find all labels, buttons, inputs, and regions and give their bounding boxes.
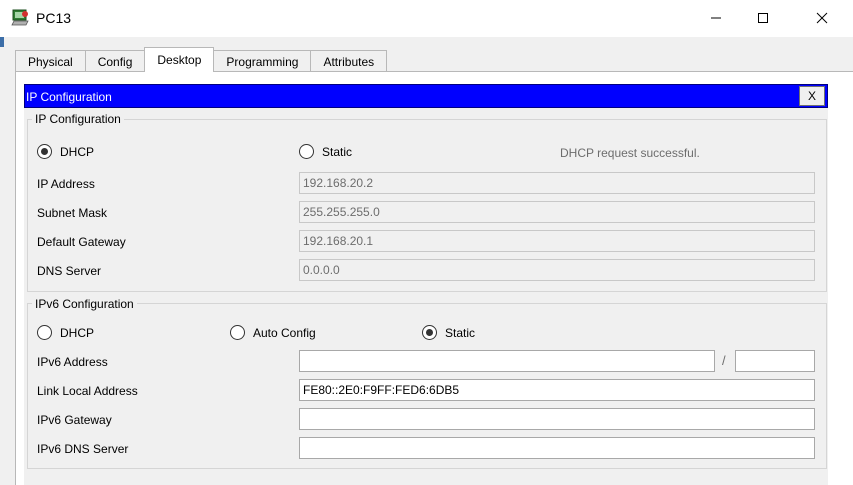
- tab-bar: Physical Config Desktop Programming Attr…: [15, 47, 388, 72]
- default-gateway-field[interactable]: [299, 230, 815, 252]
- dns-server-label: DNS Server: [37, 264, 102, 278]
- ipv4-dhcp-label: DHCP: [60, 144, 95, 159]
- ipv4-dhcp-radio[interactable]: DHCP: [37, 144, 94, 159]
- ipv6-dhcp-label: DHCP: [60, 325, 95, 340]
- radio-checked-icon: [422, 325, 437, 340]
- radio-unchecked-icon: [230, 325, 245, 340]
- subnet-mask-label: Subnet Mask: [37, 206, 108, 220]
- link-local-address-field[interactable]: [299, 379, 815, 401]
- title-bar: PC13: [0, 0, 853, 37]
- window-title: PC13: [36, 10, 72, 26]
- minimize-button[interactable]: [693, 0, 739, 36]
- ipv6-address-field[interactable]: [299, 350, 715, 372]
- ipv6-gateway-field[interactable]: [299, 408, 815, 430]
- subnet-mask-field[interactable]: [299, 201, 815, 223]
- ipv6-auto-config-radio[interactable]: Auto Config: [230, 325, 316, 340]
- ipv6-static-label: Static: [445, 325, 476, 340]
- ipv6-address-label: IPv6 Address: [37, 355, 108, 369]
- tab-programming[interactable]: Programming: [213, 50, 312, 72]
- ipv4-group-title: IP Configuration: [32, 112, 124, 126]
- ipv6-group-title: IPv6 Configuration: [32, 297, 137, 311]
- ip-config-header: IP Configuration X: [24, 84, 828, 108]
- radio-unchecked-icon: [299, 144, 314, 159]
- ipv6-dns-server-field[interactable]: [299, 437, 815, 459]
- ipv6-prefix-field[interactable]: [735, 350, 815, 372]
- pc-icon: [11, 9, 29, 26]
- prefix-separator: /: [722, 353, 726, 368]
- link-local-address-label: Link Local Address: [37, 384, 138, 398]
- dhcp-status-text: DHCP request successful.: [560, 146, 700, 160]
- ip-address-label: IP Address: [37, 177, 95, 191]
- tab-attributes[interactable]: Attributes: [310, 50, 388, 72]
- ip-config-title: IP Configuration: [26, 90, 112, 104]
- close-icon: [816, 12, 828, 24]
- ip-address-field[interactable]: [299, 172, 815, 194]
- ipv6-dhcp-radio[interactable]: DHCP: [37, 325, 94, 340]
- tab-desktop[interactable]: Desktop: [144, 47, 215, 72]
- minimize-icon: [711, 17, 721, 19]
- ipv6-dns-server-label: IPv6 DNS Server: [37, 442, 129, 456]
- ipv6-static-radio[interactable]: Static: [422, 325, 475, 340]
- radio-checked-icon: [37, 144, 52, 159]
- maximize-icon: [758, 13, 768, 23]
- ipv4-static-radio[interactable]: Static: [299, 144, 352, 159]
- tab-config[interactable]: Config: [84, 50, 146, 72]
- default-gateway-label: Default Gateway: [37, 235, 126, 249]
- window-edge: [0, 37, 4, 47]
- maximize-button[interactable]: [740, 0, 786, 36]
- ip-config-close-button[interactable]: X: [799, 86, 825, 106]
- ipv6-gateway-label: IPv6 Gateway: [37, 413, 112, 427]
- ipv4-static-label: Static: [322, 144, 353, 159]
- radio-unchecked-icon: [37, 325, 52, 340]
- dns-server-field[interactable]: [299, 259, 815, 281]
- close-button[interactable]: [799, 0, 845, 36]
- ipv6-auto-config-label: Auto Config: [253, 325, 316, 340]
- tab-physical[interactable]: Physical: [15, 50, 86, 72]
